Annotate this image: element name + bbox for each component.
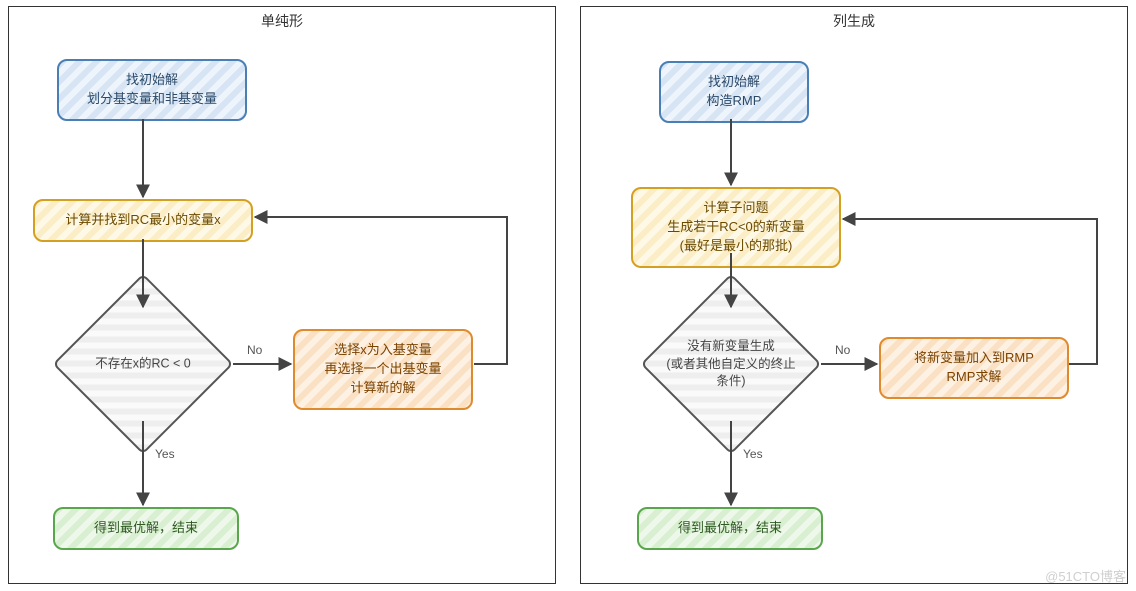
decision-text-left: 不存在x的RC < 0	[53, 355, 233, 373]
decision-left: 不存在x的RC < 0	[53, 309, 233, 419]
node-calc-right-text: 计算子问题生成若干RC<0的新变量(最好是最小的那批)	[667, 200, 805, 253]
node-start-left: 找初始解划分基变量和非基变量	[57, 59, 247, 121]
node-action-left-text: 选择x为入基变量再选择一个出基变量计算新的解	[324, 342, 441, 395]
node-start-right-text: 找初始解构造RMP	[707, 74, 762, 108]
panel-simplex: 单纯形 找初始解划分基变量和非基变量 计算并找到RC最小的变量x 不存在x的RC…	[8, 6, 556, 584]
label-no-left: No	[247, 343, 262, 357]
node-action-left: 选择x为入基变量再选择一个出基变量计算新的解	[293, 329, 473, 410]
node-end-right: 得到最优解，结束	[637, 507, 823, 550]
node-start-right: 找初始解构造RMP	[659, 61, 809, 123]
node-action-right-text: 将新变量加入到RMPRMP求解	[914, 350, 1034, 384]
node-calc-left: 计算并找到RC最小的变量x	[33, 199, 253, 242]
panel-title-right: 列生成	[581, 11, 1127, 31]
panel-colgen: 列生成 找初始解构造RMP 计算子问题生成若干RC<0的新变量(最好是最小的那批…	[580, 6, 1128, 584]
node-start-left-text: 找初始解划分基变量和非基变量	[87, 72, 217, 106]
label-yes-right: Yes	[743, 447, 763, 461]
node-action-right: 将新变量加入到RMPRMP求解	[879, 337, 1069, 399]
node-end-left-text: 得到最优解，结束	[94, 520, 198, 535]
node-end-right-text: 得到最优解，结束	[678, 520, 782, 535]
node-calc-right: 计算子问题生成若干RC<0的新变量(最好是最小的那批)	[631, 187, 841, 268]
decision-text-right: 没有新变量生成(或者其他自定义的终止条件)	[641, 338, 821, 391]
watermark: @51CTO博客	[1045, 566, 1126, 585]
decision-right: 没有新变量生成(或者其他自定义的终止条件)	[641, 309, 821, 419]
node-calc-left-text: 计算并找到RC最小的变量x	[65, 212, 220, 227]
label-yes-left: Yes	[155, 447, 175, 461]
node-end-left: 得到最优解，结束	[53, 507, 239, 550]
label-no-right: No	[835, 343, 850, 357]
panel-title-left: 单纯形	[9, 11, 555, 31]
